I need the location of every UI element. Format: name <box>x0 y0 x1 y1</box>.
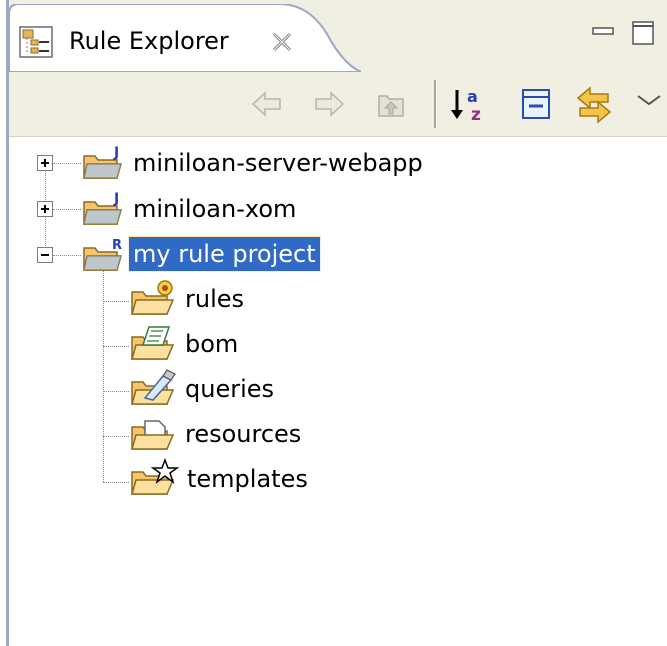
java-project-folder-icon: J <box>83 145 122 179</box>
tree-guide <box>53 255 81 256</box>
sort-alpha-icon[interactable]: a z <box>449 84 489 124</box>
link-with-editor-icon[interactable] <box>574 84 614 124</box>
view-toolbar: a z <box>9 72 667 137</box>
project-tree: J miniloan-server-webapp J miniloan-xom … <box>9 136 667 646</box>
tree-guide <box>53 163 81 164</box>
folder-label[interactable]: rules <box>181 282 248 316</box>
resources-folder-icon <box>131 420 175 450</box>
expand-toggle[interactable] <box>37 155 53 171</box>
bom-folder-icon <box>131 326 175 360</box>
queries-folder-icon <box>131 369 176 405</box>
svg-text:J: J <box>113 145 119 161</box>
close-icon[interactable] <box>271 31 293 53</box>
back-arrow-icon[interactable] <box>247 84 287 124</box>
view-tab-bar: Rule Explorer <box>9 0 667 72</box>
project-label[interactable]: miniloan-xom <box>129 192 300 226</box>
svg-text:z: z <box>471 105 481 124</box>
rule-explorer-icon <box>19 26 53 58</box>
folder-label[interactable]: bom <box>181 327 242 361</box>
tree-guide <box>53 209 81 210</box>
tree-guide <box>103 301 129 302</box>
rules-folder-icon <box>131 280 175 315</box>
project-label[interactable]: my rule project <box>128 236 321 272</box>
tree-guide <box>103 391 129 392</box>
project-label[interactable]: miniloan-server-webapp <box>129 146 427 180</box>
collapse-toggle[interactable] <box>37 247 53 263</box>
toolbar-separator <box>434 80 437 128</box>
view-title: Rule Explorer <box>69 27 229 55</box>
collapse-all-icon[interactable] <box>517 84 557 124</box>
templates-folder-icon <box>131 458 180 495</box>
svg-text:a: a <box>467 87 478 106</box>
rule-explorer-view: Rule Explorer a z J miniloan-server-weba… <box>6 0 667 646</box>
svg-text:J: J <box>113 191 119 207</box>
folder-label[interactable]: queries <box>181 372 278 406</box>
forward-arrow-icon[interactable] <box>309 84 349 124</box>
up-folder-icon[interactable] <box>371 84 411 124</box>
svg-text:R: R <box>112 238 122 253</box>
rule-project-folder-icon: R <box>83 238 122 271</box>
folder-label[interactable]: resources <box>181 417 305 451</box>
maximize-icon[interactable] <box>631 20 657 48</box>
folder-label[interactable]: templates <box>183 462 312 496</box>
java-project-folder-icon: J <box>83 191 122 225</box>
tree-guide <box>103 482 129 483</box>
rule-explorer-tab[interactable]: Rule Explorer <box>9 4 361 72</box>
tree-guide <box>103 436 129 437</box>
minimize-icon[interactable] <box>591 20 617 46</box>
view-menu-icon[interactable] <box>634 84 664 124</box>
tree-guide <box>103 346 129 347</box>
tree-guide <box>45 216 46 248</box>
expand-toggle[interactable] <box>37 201 53 217</box>
